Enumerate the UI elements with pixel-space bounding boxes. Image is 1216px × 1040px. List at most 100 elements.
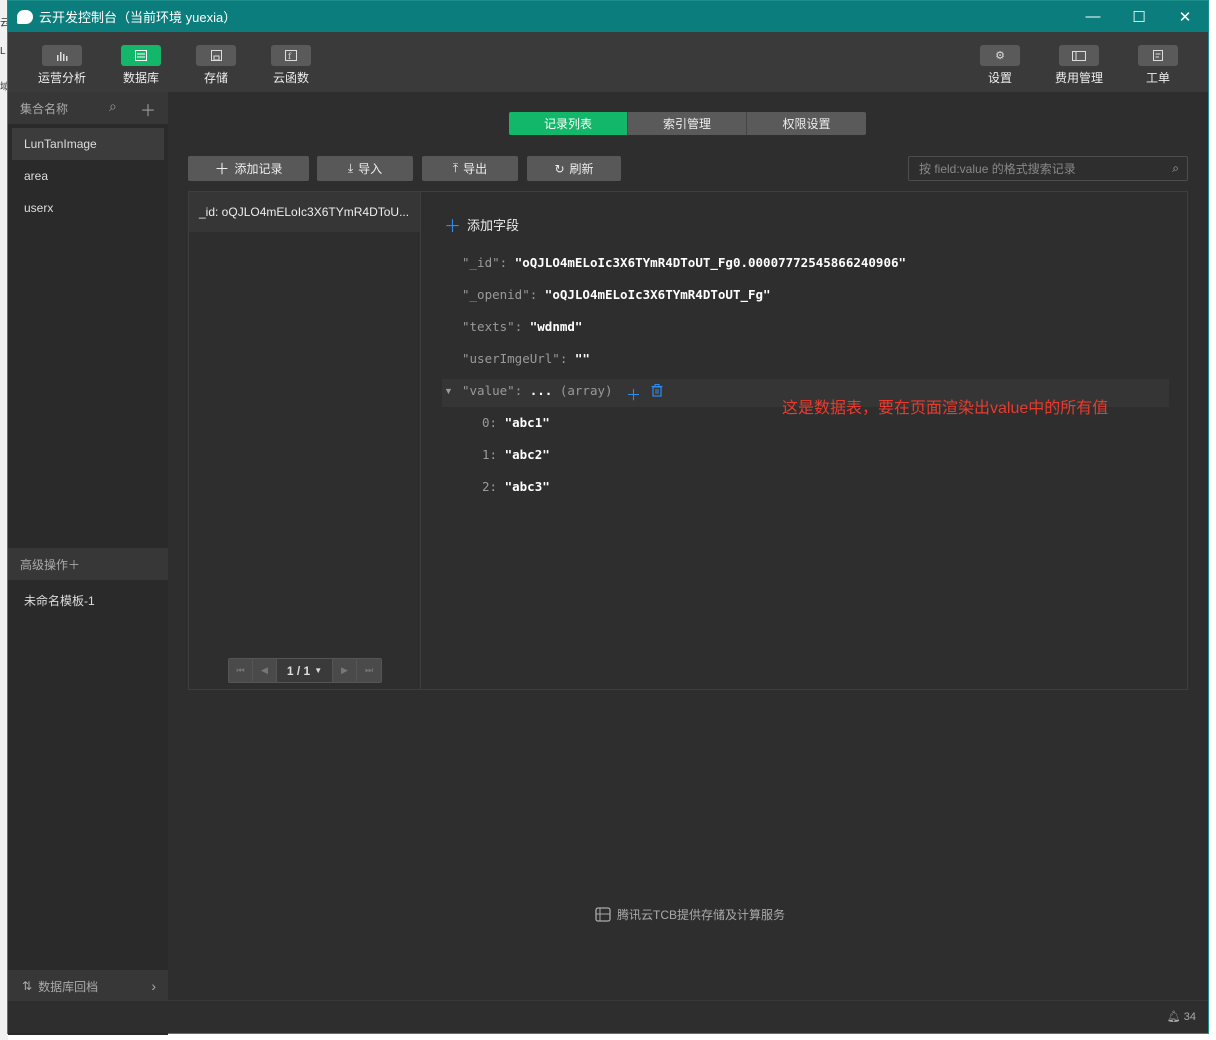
array-item[interactable]: 1: "abc2" — [482, 447, 550, 462]
toolbar-storage-button[interactable]: 存储 — [186, 45, 246, 86]
add-array-item-icon[interactable]: ＋ — [626, 384, 641, 405]
console-window: 云开发控制台（当前环境 yuexia） — ☐ ✕ 运营分析 数据库 存储 f — [7, 0, 1209, 1035]
footer-credit: 腾讯云TCB提供存储及计算服务 — [595, 906, 785, 923]
field-key: "_openid" — [462, 287, 530, 302]
toolbar-settings-button[interactable]: ⚙ 设置 — [970, 45, 1030, 86]
toolbar-label: 费用管理 — [1054, 71, 1103, 85]
toolbar-label: 数据库 — [122, 71, 159, 85]
tab-permissions[interactable]: 权限设置 — [747, 112, 866, 135]
billing-icon — [1059, 45, 1099, 66]
add-collection-icon[interactable]: ＋ — [140, 97, 156, 121]
collections-sidebar: 集合名称 ⌕ ＋ LunTanImage area userx 高级操作 ＋ 未… — [8, 92, 168, 1035]
sidebar-item-userx[interactable]: userx — [8, 192, 168, 224]
main-toolbar: 运营分析 数据库 存储 f 云函数 ⚙ 设置 费用管理 工单 — [8, 32, 1208, 92]
field-key: "texts" — [462, 319, 515, 334]
page-select[interactable]: 1 / 1 ▼ — [277, 659, 333, 682]
field-openid[interactable]: "_openid": "oQJLO4mELoIc3X6TYmR4DToUT_Fg… — [462, 287, 771, 302]
field-type: (array) — [559, 383, 613, 398]
add-template-icon[interactable]: ＋ — [68, 556, 80, 573]
record-search-input[interactable]: 按 field:value 的格式搜索记录 ⌕ — [908, 156, 1188, 181]
field-value: "wdnmd" — [529, 319, 583, 334]
window-title: 云开发控制台（当前环境 yuexia） — [39, 10, 237, 25]
plus-icon: ＋ — [444, 217, 461, 236]
database-icon — [121, 45, 161, 66]
ticket-icon — [1138, 45, 1178, 66]
next-page-button[interactable]: ▶ — [333, 659, 357, 682]
record-list-item[interactable]: _id: oQJLO4mELoIc3X6TYmR4DToU... — [189, 192, 420, 232]
toolbar-analytics-button[interactable]: 运营分析 — [32, 45, 92, 86]
chart-icon — [42, 45, 82, 66]
refresh-label: 刷新 — [569, 162, 594, 176]
page-label: 1 / 1 — [286, 663, 311, 678]
record-list: _id: oQJLO4mELoIc3X6TYmR4DToU... ⏮ ◀ 1 /… — [189, 192, 421, 689]
database-backup-button[interactable]: ⇅ 数据库回档 › — [8, 970, 168, 1002]
maximize-button[interactable]: ☐ — [1116, 1, 1162, 32]
field-value-array[interactable]: "value": ... (array) — [462, 383, 613, 398]
add-field-label: 添加字段 — [467, 218, 520, 233]
array-item[interactable]: 0: "abc1" — [482, 415, 550, 430]
search-placeholder: 按 field:value 的格式搜索记录 — [919, 162, 1076, 176]
field-key: "_id" — [462, 255, 500, 270]
first-page-button[interactable]: ⏮ — [229, 659, 253, 682]
field-texts[interactable]: "texts": "wdnmd" — [462, 319, 582, 334]
toolbar-database-button[interactable]: 数据库 — [111, 45, 171, 86]
refresh-button[interactable]: ↻ 刷新 — [527, 156, 621, 181]
wechat-devtools-icon — [17, 9, 33, 24]
field-value: "oQJLO4mELoIc3X6TYmR4DToUT_Fg0.000077725… — [514, 255, 907, 270]
field-value: "" — [574, 351, 590, 366]
prev-page-button[interactable]: ◀ — [253, 659, 277, 682]
export-button[interactable]: ⤒ 导出 — [422, 156, 518, 181]
field-id[interactable]: "_id": "oQJLO4mELoIc3X6TYmR4DToUT_Fg0.00… — [462, 255, 906, 270]
title-bar: 云开发控制台（当前环境 yuexia） — ☐ ✕ — [8, 1, 1208, 32]
last-page-button[interactable]: ⏭ — [357, 659, 381, 682]
field-value: "oQJLO4mELoIc3X6TYmR4DToUT_Fg" — [544, 287, 771, 302]
footer-text: 腾讯云TCB提供存储及计算服务 — [617, 908, 786, 922]
storage-icon — [196, 45, 236, 66]
search-icon[interactable]: ⌕ — [1172, 161, 1179, 176]
edge-text: L — [0, 46, 6, 57]
add-record-button[interactable]: ＋ 添加记录 — [188, 156, 309, 181]
bell-icon: 🔔︎ — [1166, 1011, 1181, 1023]
refresh-icon: ↻ — [554, 161, 565, 176]
toolbar-billing-button[interactable]: 费用管理 — [1049, 45, 1109, 86]
toolbar-functions-button[interactable]: f 云函数 — [261, 45, 321, 86]
plus-icon: ＋ — [214, 161, 230, 178]
tab-indexes[interactable]: 索引管理 — [628, 112, 747, 135]
toolbar-label: 工单 — [1145, 71, 1170, 85]
close-button[interactable]: ✕ — [1162, 1, 1208, 32]
status-bar: 🔔︎ 34 — [8, 1000, 1208, 1033]
gear-icon: ⚙ — [980, 45, 1020, 66]
caret-down-icon: ▼ — [314, 666, 323, 675]
chevron-right-icon: › — [151, 978, 156, 994]
backup-label: 数据库回档 — [38, 979, 99, 994]
array-value: "abc1" — [504, 415, 550, 430]
download-icon: ⤓ — [347, 161, 354, 175]
notification-indicator[interactable]: 🔔︎ 34 — [1167, 1010, 1196, 1023]
import-button[interactable]: ⤓ 导入 — [317, 156, 413, 181]
import-label: 导入 — [358, 162, 383, 176]
trash-icon[interactable] — [651, 384, 663, 401]
array-index: 2: — [482, 479, 498, 494]
sidebar-item-area[interactable]: area — [8, 160, 168, 192]
record-detail: ＋ 添加字段 "_id": "oQJLO4mELoIc3X6TYmR4DToUT… — [422, 192, 1187, 689]
sidebar-item-template[interactable]: 未命名模板-1 — [24, 592, 95, 609]
toolbar-label: 存储 — [203, 71, 228, 85]
search-icon[interactable]: ⌕ — [109, 98, 117, 115]
field-key: "value" — [462, 383, 515, 398]
array-item[interactable]: 2: "abc3" — [482, 479, 550, 494]
advanced-header-label: 高级操作 — [20, 557, 69, 572]
add-field-button[interactable]: ＋ 添加字段 — [444, 212, 519, 237]
red-annotation-text: 这是数据表，要在页面渲染出value中的所有值 — [782, 400, 1109, 417]
minimize-button[interactable]: — — [1070, 1, 1116, 32]
field-key: "userImgeUrl" — [462, 351, 560, 366]
sidebar-item-luntanimage[interactable]: LunTanImage — [12, 128, 164, 160]
field-userimgeurl[interactable]: "userImgeUrl": "" — [462, 351, 590, 366]
tab-records[interactable]: 记录列表 — [509, 112, 628, 135]
field-value: ... — [529, 383, 553, 398]
backup-icon: ⇅ — [22, 979, 33, 993]
toolbar-ticket-button[interactable]: 工单 — [1128, 45, 1188, 86]
expand-caret-icon[interactable]: ▼ — [444, 386, 453, 396]
toolbar-label: 运营分析 — [37, 71, 86, 85]
array-index: 1: — [482, 447, 498, 462]
pagination: ⏮ ◀ 1 / 1 ▼ ▶ ⏭ — [228, 658, 382, 683]
